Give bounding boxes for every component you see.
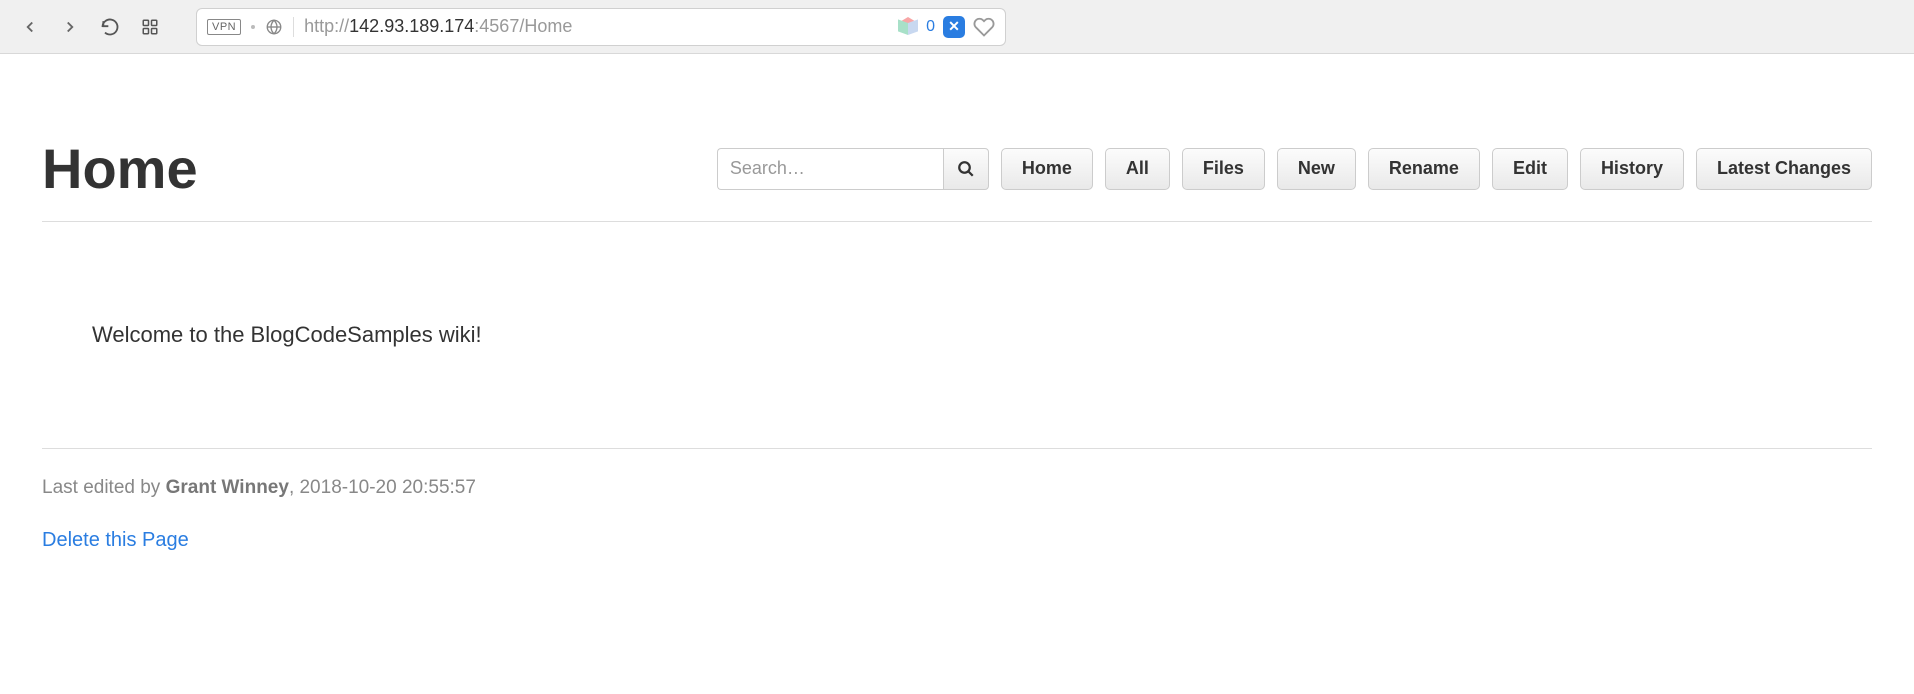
delete-page-link[interactable]: Delete this Page [42, 529, 189, 552]
page-container: Home Home All Files New Rename Edit Hist… [0, 54, 1914, 552]
chevron-right-icon [61, 18, 79, 36]
apps-button[interactable] [136, 13, 164, 41]
search-icon [957, 160, 975, 178]
page-title: Home [42, 136, 198, 201]
welcome-text: Welcome to the BlogCodeSamples wiki! [92, 322, 1872, 348]
edit-button[interactable]: Edit [1492, 148, 1568, 190]
url-host: 142.93.189.174 [349, 16, 474, 36]
new-button[interactable]: New [1277, 148, 1356, 190]
url-path: :4567/Home [474, 16, 572, 36]
latest-changes-button[interactable]: Latest Changes [1696, 148, 1872, 190]
apps-grid-icon [141, 18, 159, 36]
last-edited-line: Last edited by Grant Winney, 2018-10-20 … [42, 477, 1872, 499]
address-separator [293, 17, 294, 37]
cube-icon[interactable] [898, 17, 918, 37]
heart-icon[interactable] [973, 16, 995, 38]
shield-icon[interactable]: ✕ [943, 16, 965, 38]
search-button[interactable] [943, 148, 989, 190]
reload-button[interactable] [96, 13, 124, 41]
chevron-left-icon [21, 18, 39, 36]
files-button[interactable]: Files [1182, 148, 1265, 190]
globe-icon [265, 18, 283, 36]
all-button[interactable]: All [1105, 148, 1170, 190]
author-name: Grant Winney [166, 477, 289, 498]
last-edited-prefix: Last edited by [42, 477, 166, 498]
home-button[interactable]: Home [1001, 148, 1093, 190]
page-toolbar: Home All Files New Rename Edit History L… [717, 148, 1872, 190]
browser-toolbar: VPN http://142.93.189.174:4567/Home 0 ✕ [0, 0, 1914, 54]
url-scheme: http:// [304, 16, 349, 36]
blocker-count[interactable]: 0 [926, 18, 935, 36]
url-display: http://142.93.189.174:4567/Home [304, 16, 888, 37]
page-header: Home Home All Files New Rename Edit Hist… [42, 54, 1872, 222]
search-group [717, 148, 989, 190]
reload-icon [100, 17, 120, 37]
page-footer: Last edited by Grant Winney, 2018-10-20 … [42, 449, 1872, 552]
rename-button[interactable]: Rename [1368, 148, 1480, 190]
back-button[interactable] [16, 13, 44, 41]
separator-dot [251, 25, 255, 29]
address-right-controls: 0 ✕ [898, 16, 995, 38]
address-bar[interactable]: VPN http://142.93.189.174:4567/Home 0 ✕ [196, 8, 1006, 46]
vpn-badge[interactable]: VPN [207, 19, 241, 35]
forward-button[interactable] [56, 13, 84, 41]
content-body: Welcome to the BlogCodeSamples wiki! [42, 222, 1872, 449]
last-edited-timestamp: , 2018-10-20 20:55:57 [289, 477, 476, 498]
history-button[interactable]: History [1580, 148, 1684, 190]
search-input[interactable] [717, 148, 943, 190]
